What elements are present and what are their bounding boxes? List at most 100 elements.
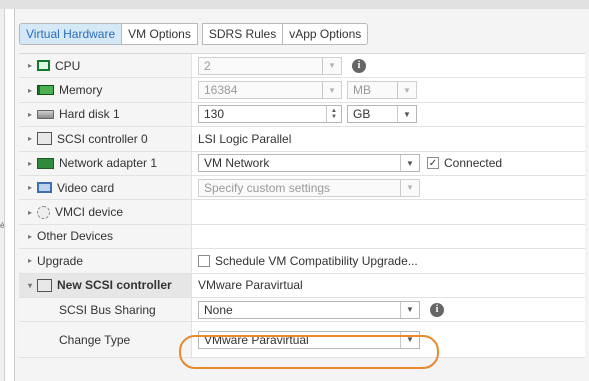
chevron-down-icon[interactable]: ▼ [397, 82, 416, 99]
cpu-label-cell[interactable]: ▸ CPU [19, 54, 192, 78]
hardware-grid: ▸ CPU 2 ▼ i ▸ Memory 16384 ▼ MB ▼ ▸ Hard… [19, 53, 585, 359]
hard-disk-size-input[interactable]: 130 ▲ ▼ [198, 105, 342, 124]
chevron-down-icon[interactable]: ▼ [400, 301, 419, 318]
memory-size-input[interactable]: 16384 ▼ [198, 81, 342, 100]
hardware-row-change-type: Change Type VMware Paravirtual ▼ [19, 322, 585, 359]
upgrade-value-cell: Schedule VM Compatibility Upgrade... [192, 249, 585, 272]
hardware-row-network-adapter: ▸ Network adapter 1 VM Network ▼ ✓ Conne… [19, 151, 585, 176]
scsi-controller-icon [37, 278, 52, 292]
hard-disk-icon [37, 109, 54, 119]
expand-arrow-icon[interactable]: ▸ [23, 134, 37, 143]
schedule-upgrade-checkbox[interactable] [198, 254, 210, 267]
memory-unit-value: MB [353, 83, 371, 98]
scsi-bus-sharing-label: SCSI Bus Sharing [59, 302, 156, 317]
hard-disk-label-cell[interactable]: ▸ Hard disk 1 [19, 102, 192, 127]
scsi-bus-sharing-value: None [204, 302, 233, 317]
hardware-row-new-scsi-controller: ▾ New SCSI controller VMware Paravirtual [19, 273, 585, 298]
change-type-value: VMware Paravirtual [204, 332, 309, 347]
memory-size-value: 16384 [204, 83, 238, 98]
change-type-label: Change Type [59, 332, 131, 347]
settings-tabs: Virtual Hardware VM Options SDRS Rules v… [19, 23, 369, 45]
change-type-label-cell: Change Type [19, 322, 192, 358]
cpu-count-value: 2 [204, 58, 211, 73]
scsi-controller-0-value-cell: LSI Logic Parallel [192, 127, 585, 150]
expand-arrow-icon[interactable]: ▸ [23, 183, 37, 192]
tab-vm-options[interactable]: VM Options [122, 23, 198, 45]
connected-checkbox[interactable]: ✓ [427, 157, 439, 170]
chevron-down-icon[interactable]: ▼ [322, 57, 341, 74]
tab-sdrs-rules[interactable]: SDRS Rules [201, 23, 284, 45]
left-edge-strip [0, 9, 5, 381]
network-select[interactable]: VM Network ▼ [198, 154, 420, 173]
spin-down-icon[interactable]: ▼ [331, 114, 337, 120]
scsi-controller-0-type: LSI Logic Parallel [198, 131, 292, 146]
memory-value-cell: 16384 ▼ MB ▼ [192, 78, 585, 101]
expand-arrow-icon[interactable]: ▸ [23, 61, 37, 70]
expand-arrow-icon[interactable]: ▸ [23, 159, 37, 168]
network-adapter-label: Network adapter 1 [59, 156, 158, 171]
scsi-bus-sharing-value-cell: None ▼ i [192, 298, 585, 321]
vmci-device-label-cell[interactable]: ▸ VMCI device [19, 200, 192, 224]
hard-disk-unit-value: GB [353, 107, 371, 122]
chevron-down-icon[interactable]: ▼ [322, 82, 341, 99]
tab-vapp-options[interactable]: vApp Options [283, 23, 369, 45]
hardware-row-other-devices: ▸ Other Devices [19, 224, 585, 250]
left-edge-marker: é [0, 222, 4, 230]
info-icon[interactable]: i [352, 58, 366, 73]
memory-icon [37, 85, 54, 96]
hardware-row-vmci-device: ▸ VMCI device [19, 200, 585, 225]
hardware-row-hard-disk: ▸ Hard disk 1 130 ▲ ▼ GB ▼ [19, 102, 585, 128]
hardware-row-video-card: ▸ Video card Specify custom settings ▼ [19, 175, 585, 201]
hardware-row-scsi-bus-sharing: SCSI Bus Sharing None ▼ i [19, 297, 585, 323]
upgrade-label-cell[interactable]: ▸ Upgrade [19, 249, 192, 273]
hard-disk-value-cell: 130 ▲ ▼ GB ▼ [192, 103, 585, 126]
edit-settings-panel: Virtual Hardware VM Options SDRS Rules v… [14, 9, 589, 381]
network-adapter-label-cell[interactable]: ▸ Network adapter 1 [19, 151, 192, 175]
network-adapter-icon [37, 157, 54, 169]
hard-disk-label: Hard disk 1 [59, 107, 120, 122]
expand-arrow-icon[interactable]: ▸ [23, 86, 37, 95]
new-scsi-controller-label-cell[interactable]: ▾ New SCSI controller [19, 273, 192, 297]
network-adapter-value-cell: VM Network ▼ ✓ Connected [192, 152, 585, 175]
video-card-label-cell[interactable]: ▸ Video card [19, 175, 192, 200]
memory-unit-select[interactable]: MB ▼ [347, 81, 417, 100]
cpu-count-select[interactable]: 2 ▼ [198, 56, 342, 75]
hardware-row-scsi-controller-0: ▸ SCSI controller 0 LSI Logic Parallel [19, 127, 585, 152]
chevron-down-icon[interactable]: ▼ [400, 331, 419, 348]
hardware-row-cpu: ▸ CPU 2 ▼ i [19, 54, 585, 79]
new-scsi-controller-value-cell: VMware Paravirtual [192, 274, 585, 297]
scsi-bus-sharing-select[interactable]: None ▼ [198, 300, 420, 319]
scsi-bus-sharing-label-cell: SCSI Bus Sharing [19, 297, 192, 322]
upgrade-label: Upgrade [37, 253, 84, 268]
scsi-controller-0-label-cell[interactable]: ▸ SCSI controller 0 [19, 127, 192, 151]
chevron-down-icon[interactable]: ▼ [400, 155, 419, 172]
video-card-value-cell: Specify custom settings ▼ [192, 176, 585, 199]
collapse-arrow-icon[interactable]: ▾ [23, 281, 37, 290]
expand-arrow-icon[interactable]: ▸ [23, 110, 37, 119]
change-type-select[interactable]: VMware Paravirtual ▼ [198, 330, 420, 349]
memory-label-cell[interactable]: ▸ Memory [19, 78, 192, 102]
info-icon[interactable]: i [430, 302, 444, 317]
expand-arrow-icon[interactable]: ▸ [23, 256, 37, 265]
hard-disk-unit-select[interactable]: GB ▼ [347, 105, 417, 124]
tab-virtual-hardware[interactable]: Virtual Hardware [19, 23, 123, 45]
network-select-value: VM Network [204, 156, 270, 171]
video-card-label: Video card [57, 180, 115, 195]
hardware-row-upgrade: ▸ Upgrade Schedule VM Compatibility Upgr… [19, 249, 585, 274]
vmci-device-label: VMCI device [55, 205, 124, 220]
scsi-controller-icon [37, 132, 52, 146]
chevron-down-icon[interactable]: ▼ [397, 106, 416, 123]
expand-arrow-icon[interactable]: ▸ [23, 208, 37, 217]
memory-label: Memory [59, 83, 103, 98]
chevron-down-icon[interactable]: ▼ [400, 179, 419, 196]
new-scsi-controller-type: VMware Paravirtual [198, 278, 303, 293]
other-devices-label-cell[interactable]: ▸ Other Devices [19, 224, 192, 249]
expand-arrow-icon[interactable]: ▸ [23, 232, 37, 241]
video-card-icon [37, 182, 52, 194]
size-stepper[interactable]: ▲ ▼ [326, 106, 341, 123]
schedule-upgrade-label: Schedule VM Compatibility Upgrade... [215, 253, 418, 268]
hardware-row-memory: ▸ Memory 16384 ▼ MB ▼ [19, 78, 585, 103]
video-card-placeholder: Specify custom settings [204, 180, 331, 195]
other-devices-value-cell [192, 225, 585, 248]
video-card-select[interactable]: Specify custom settings ▼ [198, 178, 420, 197]
